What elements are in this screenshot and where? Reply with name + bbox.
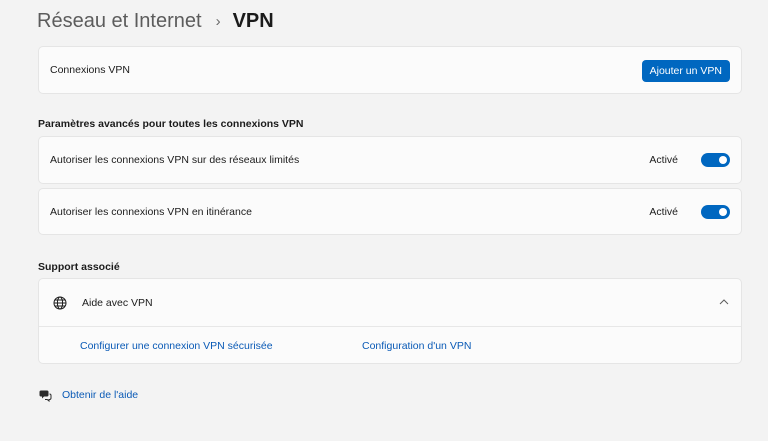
advanced-settings-heading: Paramètres avancés pour toutes les conne… bbox=[38, 118, 304, 130]
setting-roaming[interactable]: Autoriser les connexions VPN en itinéran… bbox=[38, 188, 742, 235]
vpn-connections-label: Connexions VPN bbox=[50, 64, 130, 76]
help-with-vpn-card: Aide avec VPN Configurer une connexion V… bbox=[38, 278, 742, 364]
setting-label: Autoriser les connexions VPN en itinéran… bbox=[50, 205, 252, 218]
get-help[interactable]: Obtenir de l'aide bbox=[38, 388, 138, 402]
breadcrumb-parent[interactable]: Réseau et Internet bbox=[37, 10, 202, 33]
breadcrumb: Réseau et Internet › VPN bbox=[37, 8, 274, 34]
related-support-heading: Support associé bbox=[38, 261, 120, 273]
help-chat-icon bbox=[38, 388, 52, 402]
metered-networks-toggle[interactable] bbox=[701, 153, 730, 167]
toggle-knob bbox=[719, 207, 727, 216]
get-help-link[interactable]: Obtenir de l'aide bbox=[62, 389, 138, 401]
link-vpn-configuration[interactable]: Configuration d'un VPN bbox=[362, 340, 471, 352]
toggle-state-label: Activé bbox=[649, 205, 678, 218]
help-with-vpn-header[interactable]: Aide avec VPN bbox=[39, 279, 741, 326]
setting-metered-networks[interactable]: Autoriser les connexions VPN sur des rés… bbox=[38, 136, 742, 184]
add-vpn-button[interactable]: Ajouter un VPN bbox=[641, 60, 730, 82]
globe-icon bbox=[52, 295, 68, 311]
roaming-toggle[interactable] bbox=[701, 204, 730, 219]
page-title: VPN bbox=[232, 9, 274, 32]
help-links: Configurer une connexion VPN sécurisée C… bbox=[39, 327, 741, 364]
toggle-group: Activé bbox=[649, 204, 730, 219]
settings-page: Réseau et Internet › VPN Connexions VPN … bbox=[0, 0, 768, 441]
chevron-right-icon: › bbox=[215, 12, 221, 30]
help-with-vpn-label: Aide avec VPN bbox=[82, 296, 153, 309]
link-configure-secure-vpn[interactable]: Configurer une connexion VPN sécurisée bbox=[80, 340, 273, 352]
chevron-up-icon[interactable] bbox=[718, 296, 730, 308]
vpn-connections-card: Connexions VPN Ajouter un VPN bbox=[38, 46, 742, 94]
toggle-state-label: Activé bbox=[649, 154, 678, 166]
toggle-group: Activé bbox=[649, 153, 730, 167]
setting-label: Autoriser les connexions VPN sur des rés… bbox=[50, 154, 300, 166]
toggle-knob bbox=[719, 156, 727, 164]
